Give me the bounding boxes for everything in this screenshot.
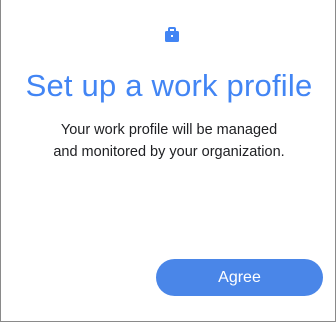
agree-button[interactable]: Agree <box>156 259 323 296</box>
description-line-1: Your work profile will be managed <box>60 122 278 138</box>
page-title: Set up a work profile <box>25 68 313 103</box>
description-text: Your work profile will be managed and mo… <box>31 119 307 163</box>
description-line-2: and monitored by your organization. <box>53 144 285 160</box>
briefcase-icon <box>165 27 179 42</box>
work-profile-setup-screen: Set up a work profile Your work profile … <box>0 0 336 322</box>
